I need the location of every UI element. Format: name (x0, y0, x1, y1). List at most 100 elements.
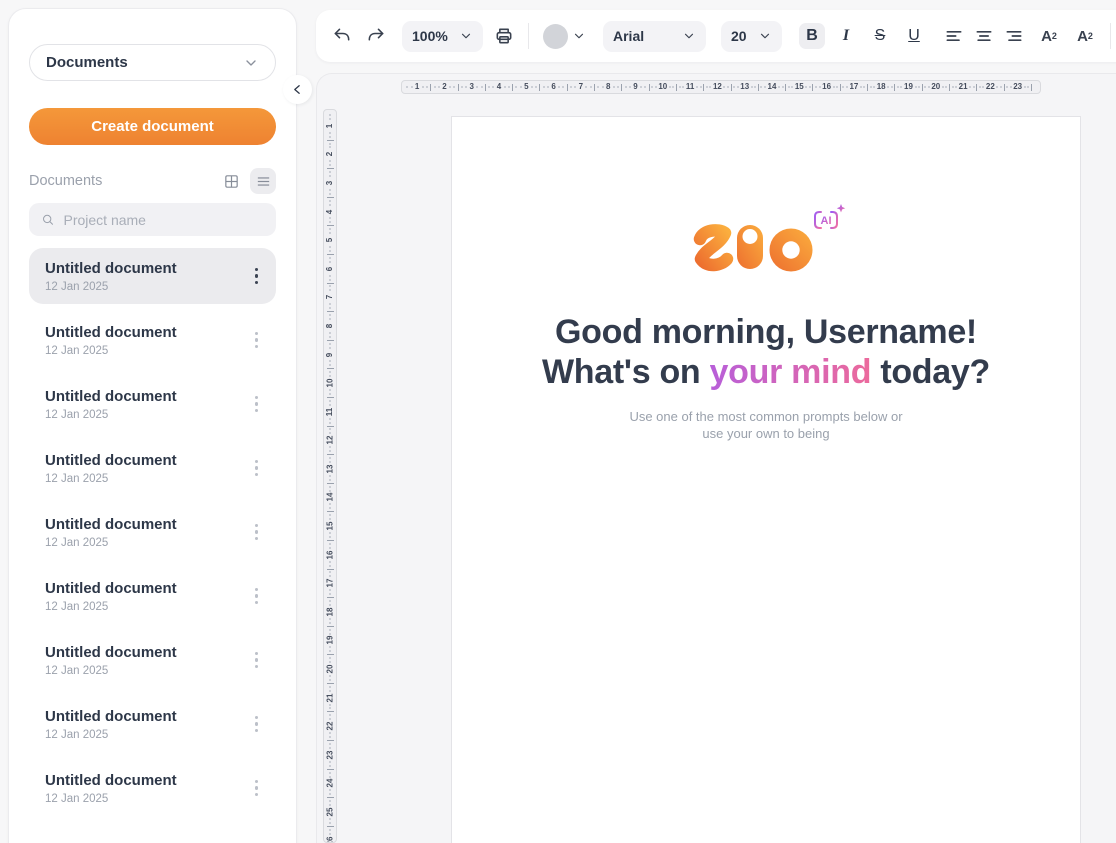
documents-section-label: Documents (29, 173, 102, 189)
underline-label: U (908, 27, 920, 45)
chevron-down-icon (243, 55, 259, 71)
document-meta: Untitled document 12 Jan 2025 (45, 260, 177, 293)
font-size-select[interactable]: 20 (721, 21, 782, 52)
workspace-selector[interactable]: Documents (29, 44, 276, 81)
ruler-unit: 7 (324, 284, 336, 312)
document-menu-button[interactable] (251, 456, 263, 481)
ruler-unit: 19 (324, 627, 336, 655)
document-list-item[interactable]: Untitled document 12 Jan 2025 (29, 568, 276, 624)
view-toggle (218, 168, 276, 194)
document-menu-button[interactable] (251, 648, 263, 673)
document-meta: Untitled document 12 Jan 2025 (45, 452, 177, 485)
document-meta: Untitled document 12 Jan 2025 (45, 708, 177, 741)
document-title: Untitled document (45, 388, 177, 405)
workspace-selector-label: Documents (46, 54, 128, 71)
font-size-value: 20 (731, 28, 747, 44)
chevron-down-icon (682, 29, 696, 43)
document-meta: Untitled document 12 Jan 2025 (45, 516, 177, 549)
ruler-unit: 15 (324, 512, 336, 540)
document-menu-button[interactable] (251, 712, 263, 737)
bold-button[interactable]: B (799, 23, 825, 49)
superscript-button[interactable]: A2 (1035, 23, 1063, 49)
grid-view-icon (223, 173, 240, 190)
editor-toolbar: 100% Arial 20 B I S U (316, 10, 1116, 62)
zoom-select[interactable]: 100% (402, 21, 483, 52)
ruler-unit: 3 (324, 169, 336, 197)
document-title: Untitled document (45, 580, 177, 597)
ruler-unit: 16 (324, 541, 336, 569)
ruler-unit: 10 (324, 369, 336, 397)
document-menu-button[interactable] (251, 520, 263, 545)
align-center-button[interactable] (971, 23, 997, 49)
subtitle-line2: use your own to being (702, 426, 829, 441)
document-menu-button[interactable] (251, 264, 263, 289)
ruler-unit: 21 (950, 81, 976, 93)
search-input[interactable] (63, 212, 264, 228)
vertical-ruler: 1234567891011121314151617181920212223242… (323, 109, 337, 843)
font-family-select[interactable]: Arial (603, 21, 706, 52)
document-list-item[interactable]: Untitled document 12 Jan 2025 (29, 632, 276, 688)
ruler-unit: 18 (324, 598, 336, 626)
print-button[interactable] (491, 23, 517, 49)
document-title: Untitled document (45, 260, 177, 277)
strikethrough-button[interactable]: S (867, 23, 893, 49)
document-date: 12 Jan 2025 (45, 729, 177, 741)
search-icon (41, 212, 54, 227)
document-date: 12 Jan 2025 (45, 537, 177, 549)
editor-canvas-area: 1234567891011121314151617181920212223 12… (316, 73, 1116, 843)
ruler-unit: 5 (324, 226, 336, 254)
chevron-down-icon (572, 29, 586, 43)
document-list: Untitled document 12 Jan 2025 Untitled d… (29, 248, 276, 816)
ruler-unit: 12 (704, 81, 730, 93)
ruler-unit: 1 (324, 112, 336, 140)
underline-button[interactable]: U (901, 23, 927, 49)
document-list-item[interactable]: Untitled document 12 Jan 2025 (29, 376, 276, 432)
document-menu-button[interactable] (251, 584, 263, 609)
svg-text:AI: AI (821, 215, 832, 227)
document-menu-button[interactable] (251, 392, 263, 417)
redo-button[interactable] (363, 23, 389, 49)
ruler-unit: 9 (622, 81, 648, 93)
grid-view-button[interactable] (218, 168, 244, 194)
document-list-item[interactable]: Untitled document 12 Jan 2025 (29, 696, 276, 752)
subtitle-line1: Use one of the most common prompts below… (629, 409, 902, 424)
document-meta: Untitled document 12 Jan 2025 (45, 772, 177, 805)
italic-button[interactable]: I (833, 23, 859, 49)
document-date: 12 Jan 2025 (45, 601, 177, 613)
search-box (29, 203, 276, 236)
document-list-item[interactable]: Untitled document 12 Jan 2025 (29, 504, 276, 560)
document-date: 12 Jan 2025 (45, 665, 177, 677)
document-date: 12 Jan 2025 (45, 793, 177, 805)
italic-label: I (843, 27, 849, 45)
sidebar-collapse-button[interactable] (283, 75, 312, 104)
app-window: Documents Create document Documents (0, 0, 1116, 843)
subscript-button[interactable]: A2 (1071, 23, 1099, 49)
document-menu-button[interactable] (251, 776, 263, 801)
document-meta: Untitled document 12 Jan 2025 (45, 580, 177, 613)
document-list-item[interactable]: Untitled document 12 Jan 2025 (29, 760, 276, 816)
document-list-item[interactable]: Untitled document 12 Jan 2025 (29, 440, 276, 496)
document-menu-button[interactable] (251, 328, 263, 353)
document-meta: Untitled document 12 Jan 2025 (45, 324, 177, 357)
align-right-icon (1004, 26, 1024, 46)
list-view-button[interactable] (250, 168, 276, 194)
document-page[interactable]: AI Good morning, Username! What's on you… (451, 116, 1081, 843)
document-title: Untitled document (45, 452, 177, 469)
document-list-item[interactable]: Untitled document 12 Jan 2025 (29, 312, 276, 368)
align-right-button[interactable] (1001, 23, 1027, 49)
toolbar-divider (528, 23, 529, 49)
ruler-unit: 20 (324, 655, 336, 683)
ruler-unit: 15 (786, 81, 812, 93)
documents-section-header: Documents (29, 168, 276, 194)
ruler-unit: 7 (568, 81, 594, 93)
ruler-unit: 1 (404, 81, 430, 93)
ruler-unit: 14 (759, 81, 785, 93)
create-document-button[interactable]: Create document (29, 108, 276, 145)
align-left-button[interactable] (941, 23, 967, 49)
document-title: Untitled document (45, 708, 177, 725)
ruler-unit: 10 (650, 81, 676, 93)
ruler-unit: 12 (324, 427, 336, 455)
text-color-picker[interactable] (543, 24, 586, 49)
undo-button[interactable] (329, 23, 355, 49)
document-list-item[interactable]: Untitled document 12 Jan 2025 (29, 248, 276, 304)
